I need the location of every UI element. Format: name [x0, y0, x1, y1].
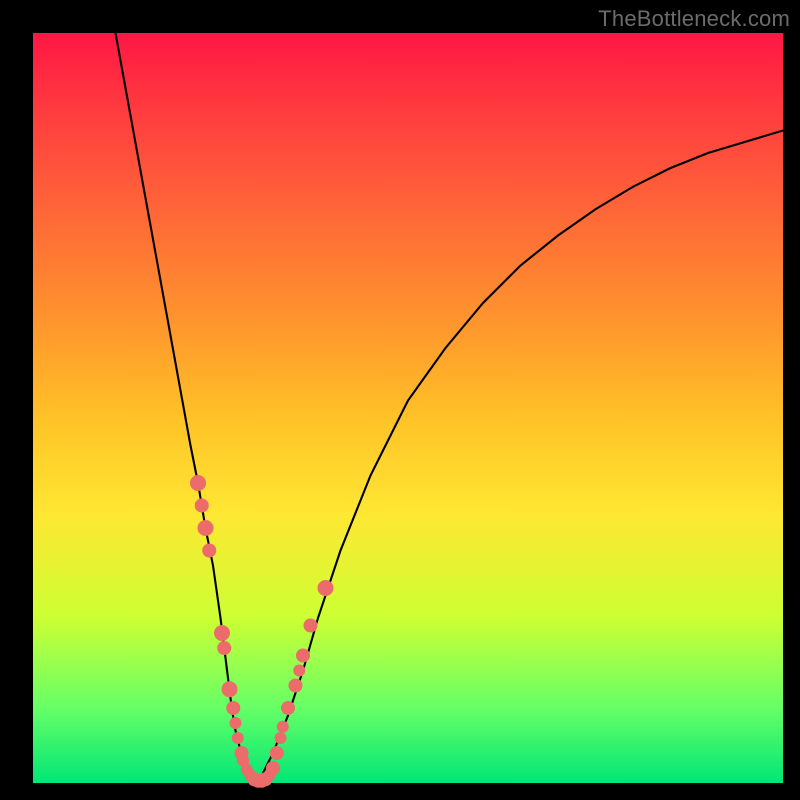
marker-dot — [318, 580, 334, 596]
marker-dot — [190, 475, 206, 491]
curve-right — [258, 131, 783, 784]
marker-dot — [226, 701, 240, 715]
marker-dot — [195, 499, 209, 513]
watermark-text: TheBottleneck.com — [598, 6, 790, 32]
curve-left — [116, 33, 259, 783]
bottleneck-chart — [33, 33, 783, 783]
marker-dot — [281, 701, 295, 715]
marker-dot — [214, 625, 230, 641]
marker-dot — [198, 520, 214, 536]
marker-dot — [293, 665, 305, 677]
marker-dot — [289, 679, 303, 693]
marker-dot — [222, 681, 238, 697]
marker-dot — [217, 641, 231, 655]
chart-svg — [33, 33, 783, 783]
marker-dot — [270, 746, 284, 760]
chart-frame: TheBottleneck.com — [0, 0, 800, 800]
marker-dot — [266, 761, 280, 775]
marker-group — [190, 475, 334, 788]
marker-dot — [296, 649, 310, 663]
marker-dot — [202, 544, 216, 558]
marker-dot — [275, 732, 287, 744]
marker-dot — [232, 732, 244, 744]
marker-dot — [277, 721, 289, 733]
marker-dot — [230, 717, 242, 729]
marker-dot — [304, 619, 318, 633]
